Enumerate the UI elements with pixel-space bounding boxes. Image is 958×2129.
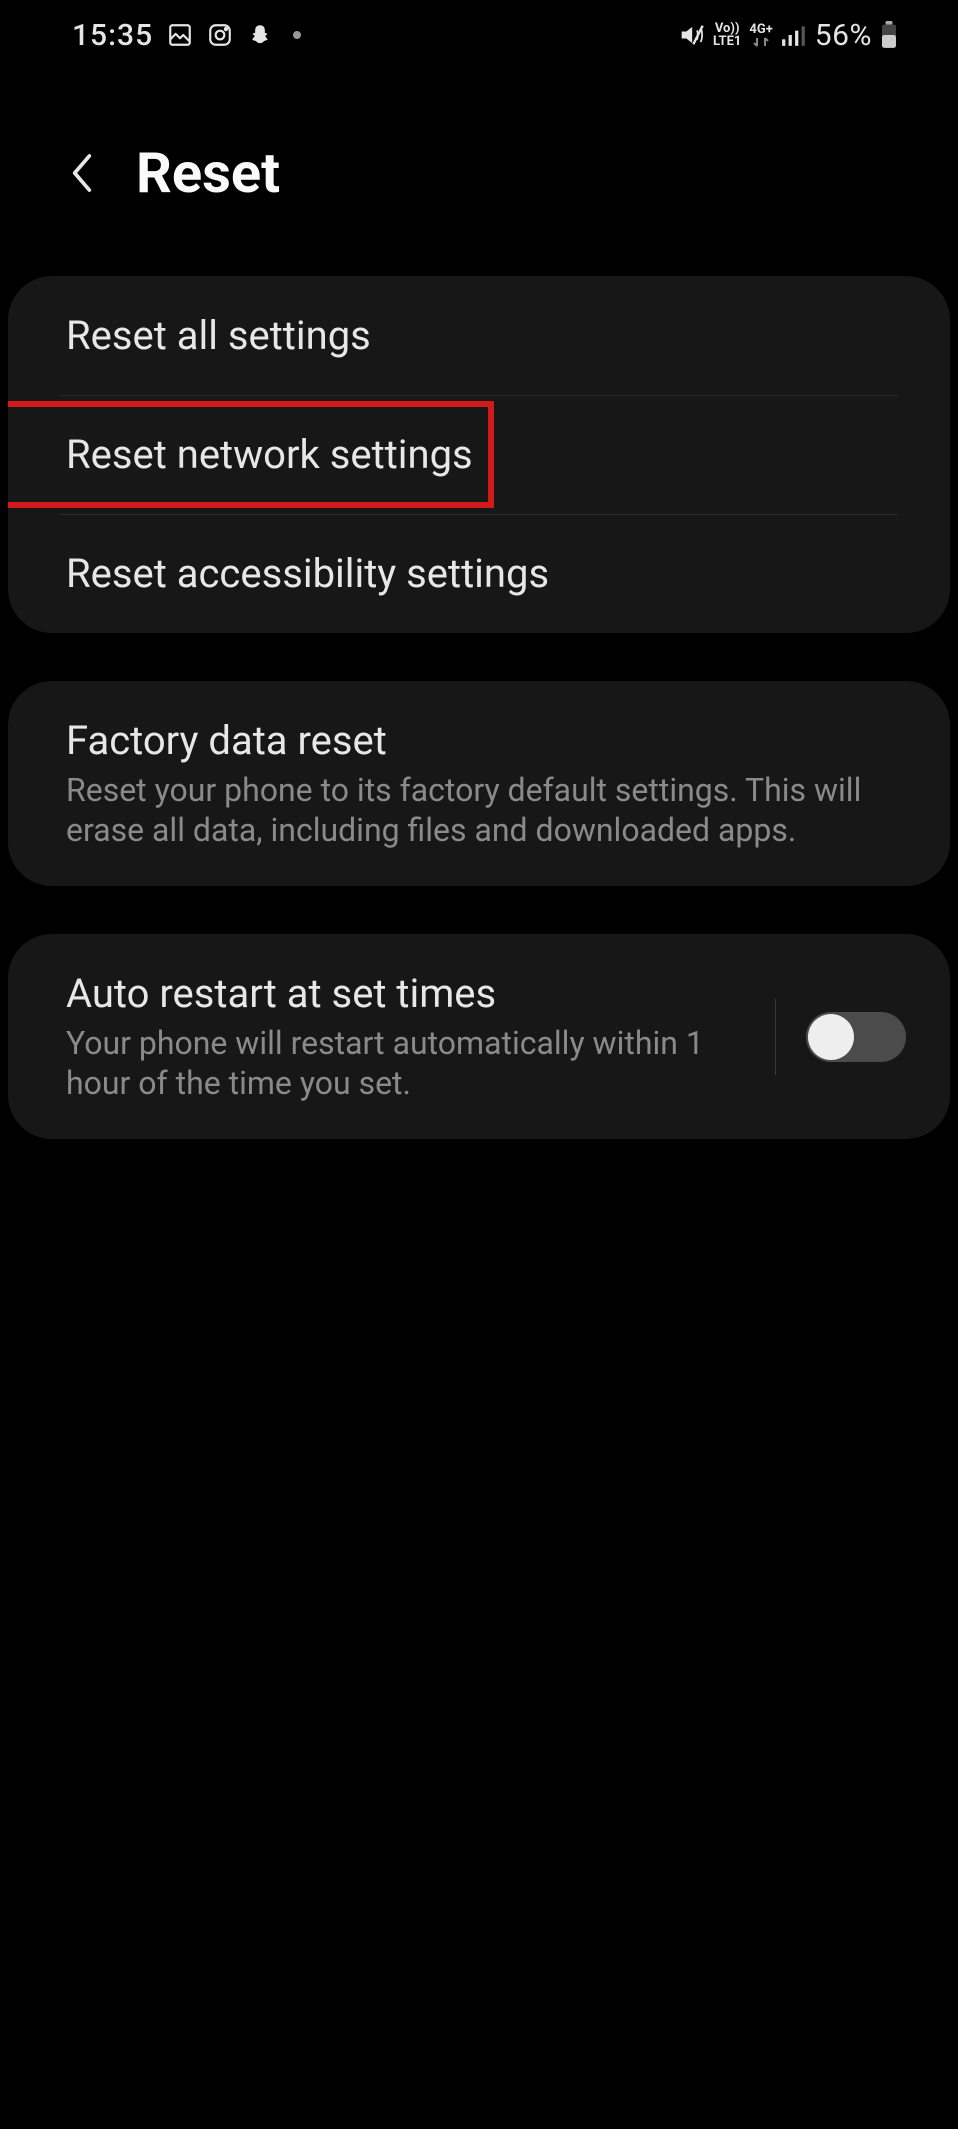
divider xyxy=(775,999,776,1075)
reset-options-card: Reset all settings Reset network setting… xyxy=(8,276,950,633)
row-body: Factory data reset Reset your phone to i… xyxy=(66,717,892,850)
factory-reset-card: Factory data reset Reset your phone to i… xyxy=(8,681,950,886)
row-label: Reset accessibility settings xyxy=(66,550,549,597)
gallery-icon xyxy=(167,22,193,48)
chevron-left-icon xyxy=(66,151,98,195)
factory-data-reset-row[interactable]: Factory data reset Reset your phone to i… xyxy=(8,681,950,886)
clock: 15:35 xyxy=(72,18,153,53)
row-label: Auto restart at set times xyxy=(66,970,745,1017)
toggle-knob xyxy=(808,1014,854,1060)
row-subtitle: Reset your phone to its factory default … xyxy=(66,770,892,850)
dot-icon xyxy=(293,31,301,39)
reset-accessibility-settings-row[interactable]: Reset accessibility settings xyxy=(8,514,950,633)
row-label: Reset all settings xyxy=(66,312,371,359)
reset-all-settings-row[interactable]: Reset all settings xyxy=(8,276,950,395)
battery-percent: 56% xyxy=(815,18,872,53)
mute-icon xyxy=(677,21,705,49)
auto-restart-card: Auto restart at set times Your phone wil… xyxy=(8,934,950,1139)
snapchat-icon xyxy=(247,22,273,48)
status-bar: 15:35 xyxy=(0,0,958,70)
battery-icon xyxy=(880,21,898,49)
row-label: Factory data reset xyxy=(66,717,892,764)
volte-icon: Vo)) LTE1 xyxy=(713,22,741,48)
row-label: Reset network settings xyxy=(66,431,473,478)
row-body: Auto restart at set times Your phone wil… xyxy=(66,970,745,1103)
app-bar: Reset xyxy=(0,70,958,276)
volte-bot: LTE1 xyxy=(713,35,741,48)
4gplus-icon: 4G+ xyxy=(749,23,772,48)
back-button[interactable] xyxy=(58,149,106,197)
row-subtitle: Your phone will restart automatically wi… xyxy=(66,1023,745,1103)
auto-restart-row[interactable]: Auto restart at set times Your phone wil… xyxy=(8,934,950,1139)
instagram-icon xyxy=(207,22,233,48)
reset-network-settings-row[interactable]: Reset network settings xyxy=(8,395,950,514)
net-label: 4G+ xyxy=(749,23,772,36)
auto-restart-toggle[interactable] xyxy=(806,1012,906,1062)
signal-icon xyxy=(781,24,807,46)
status-left: 15:35 xyxy=(72,18,301,53)
status-right: Vo)) LTE1 4G+ 56% xyxy=(677,18,898,53)
page-title: Reset xyxy=(136,140,280,206)
